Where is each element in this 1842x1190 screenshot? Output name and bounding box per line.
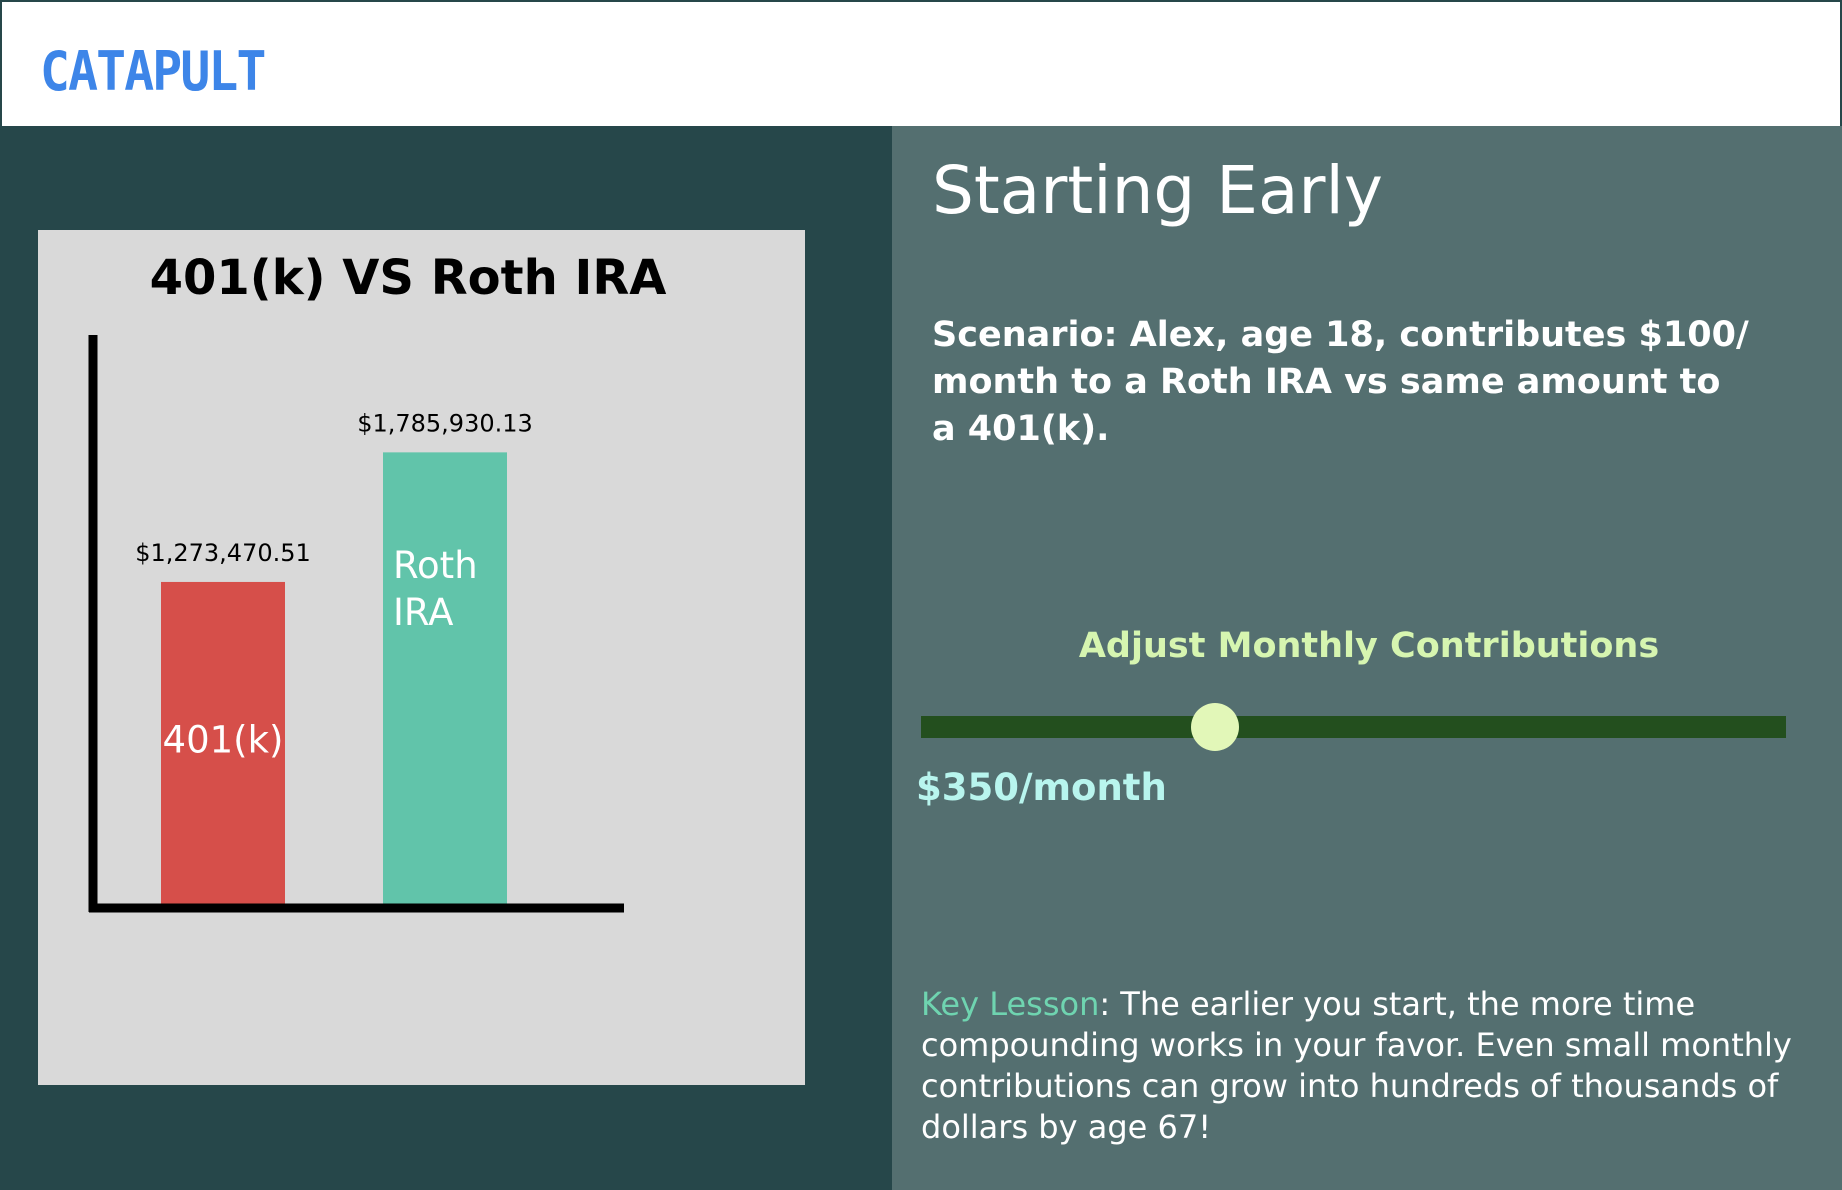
contribution-slider[interactable] xyxy=(921,703,1786,751)
catapult-logo[interactable]: CATAPULT xyxy=(40,40,266,103)
chart-title: 401(k) VS Roth IRA xyxy=(150,250,667,306)
chart-panel: 401(k) VS Roth IRA $1,273,470.51 401(k) $1… xyxy=(0,126,892,1190)
key-lesson-label: Key Lesson xyxy=(921,985,1100,1023)
slider-thumb[interactable] xyxy=(1191,703,1240,751)
bar-chart: 401(k) VS Roth IRA $1,273,470.51 401(k) $1… xyxy=(88,250,667,913)
bar-label-401k: 401(k) xyxy=(163,719,284,762)
info-panel: Starting Early Scenario: Alex, age 18, c… xyxy=(892,126,1842,1190)
header-bar: CATAPULT xyxy=(0,0,1842,126)
value-label-roth-ira: $1,785,930.13 xyxy=(357,409,533,437)
slider-value: $350/month xyxy=(916,766,1167,809)
scenario-text: Scenario: Alex, age 18, contributes $100… xyxy=(932,315,1749,449)
key-lesson: Key Lesson: The earlier you start, the m… xyxy=(921,984,1801,1148)
chart-card: 401(k) VS Roth IRA $1,273,470.51 401(k) $1… xyxy=(38,230,805,1085)
slider-label: Adjust Monthly Contributions xyxy=(1078,626,1660,666)
page-title: Starting Early xyxy=(932,152,1383,229)
value-label-401k: $1,273,470.51 xyxy=(135,539,311,567)
bar-roth-ira xyxy=(383,452,507,904)
